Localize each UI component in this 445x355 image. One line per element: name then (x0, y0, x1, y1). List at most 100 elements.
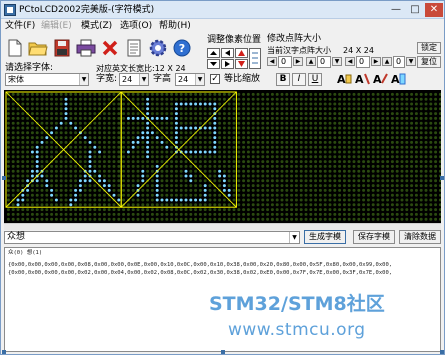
dot-off[interactable] (371, 136, 375, 140)
dot-off[interactable] (318, 184, 322, 188)
dot-off[interactable] (342, 121, 346, 125)
dot-off[interactable] (376, 155, 380, 159)
dot-off[interactable] (74, 131, 78, 135)
dot-on[interactable] (136, 116, 140, 120)
dot-off[interactable] (347, 169, 351, 173)
dot-off[interactable] (338, 203, 342, 207)
dot-off[interactable] (208, 160, 212, 164)
dot-on[interactable] (136, 140, 140, 144)
dot-off[interactable] (222, 164, 226, 168)
dot-off[interactable] (136, 164, 140, 168)
dot-off[interactable] (434, 136, 438, 140)
dot-off[interactable] (342, 208, 346, 212)
dot-off[interactable] (376, 203, 380, 207)
dot-off[interactable] (74, 169, 78, 173)
dot-off[interactable] (362, 188, 366, 192)
dot-off[interactable] (371, 193, 375, 197)
dot-off[interactable] (227, 212, 231, 216)
dot-off[interactable] (246, 140, 250, 144)
dot-off[interactable] (251, 126, 255, 130)
dot-off[interactable] (165, 150, 169, 154)
dot-off[interactable] (160, 112, 164, 116)
dot-off[interactable] (362, 184, 366, 188)
dot-off[interactable] (232, 208, 236, 212)
dot-on[interactable] (203, 102, 207, 106)
dot-off[interactable] (390, 198, 394, 202)
dot-off[interactable] (93, 140, 97, 144)
dot-off[interactable] (232, 174, 236, 178)
dot-off[interactable] (6, 179, 10, 183)
dot-off[interactable] (40, 102, 44, 106)
dot-off[interactable] (198, 188, 202, 192)
dot-off[interactable] (270, 174, 274, 178)
dot-on[interactable] (78, 188, 82, 192)
dot-on[interactable] (194, 126, 198, 130)
dot-off[interactable] (357, 174, 361, 178)
dot-off[interactable] (299, 169, 303, 173)
dot-off[interactable] (160, 184, 164, 188)
dot-off[interactable] (237, 198, 241, 202)
dot-off[interactable] (136, 102, 140, 106)
dot-off[interactable] (184, 217, 188, 221)
dot-off[interactable] (45, 208, 49, 212)
dot-off[interactable] (150, 184, 154, 188)
dot-off[interactable] (400, 184, 404, 188)
dot-off[interactable] (371, 184, 375, 188)
dot-off[interactable] (98, 208, 102, 212)
dot-off[interactable] (266, 150, 270, 154)
dot-off[interactable] (174, 212, 178, 216)
dot-off[interactable] (155, 145, 159, 149)
dot-off[interactable] (270, 164, 274, 168)
dot-off[interactable] (160, 174, 164, 178)
dot-off[interactable] (338, 116, 342, 120)
dot-off[interactable] (160, 217, 164, 221)
dot-off[interactable] (117, 121, 121, 125)
dot-off[interactable] (410, 179, 414, 183)
dot-off[interactable] (381, 184, 385, 188)
dot-off[interactable] (362, 131, 366, 135)
dot-off[interactable] (45, 107, 49, 111)
dot-off[interactable] (390, 131, 394, 135)
dot-off[interactable] (256, 184, 260, 188)
dot-off[interactable] (333, 150, 337, 154)
dot-off[interactable] (203, 136, 207, 140)
dot-off[interactable] (227, 164, 231, 168)
dot-off[interactable] (280, 112, 284, 116)
dot-off[interactable] (112, 169, 116, 173)
dot-off[interactable] (141, 208, 145, 212)
dot-off[interactable] (290, 164, 294, 168)
dot-off[interactable] (141, 160, 145, 164)
dot-off[interactable] (155, 160, 159, 164)
dot-off[interactable] (366, 126, 370, 130)
dot-off[interactable] (222, 212, 226, 216)
dot-off[interactable] (194, 97, 198, 101)
dot-off[interactable] (155, 107, 159, 111)
dot-off[interactable] (256, 160, 260, 164)
dot-on[interactable] (35, 155, 39, 159)
dot-off[interactable] (419, 155, 423, 159)
dot-off[interactable] (342, 150, 346, 154)
dot-off[interactable] (323, 184, 327, 188)
dot-off[interactable] (126, 164, 130, 168)
dot-off[interactable] (74, 203, 78, 207)
dot-off[interactable] (50, 203, 54, 207)
dot-off[interactable] (170, 150, 174, 154)
dot-off[interactable] (347, 136, 351, 140)
dot-off[interactable] (371, 112, 375, 116)
dot-off[interactable] (314, 150, 318, 154)
dot-off[interactable] (328, 150, 332, 154)
dot-off[interactable] (338, 107, 342, 111)
dot-off[interactable] (419, 112, 423, 116)
dot-off[interactable] (280, 212, 284, 216)
dot-off[interactable] (78, 174, 82, 178)
dot-off[interactable] (170, 208, 174, 212)
dot-off[interactable] (362, 102, 366, 106)
dot-off[interactable] (266, 102, 270, 106)
dot-off[interactable] (146, 193, 150, 197)
dot-off[interactable] (318, 193, 322, 197)
dot-on[interactable] (88, 140, 92, 144)
dot-off[interactable] (59, 193, 63, 197)
dot-off[interactable] (117, 150, 121, 154)
dot-off[interactable] (21, 121, 25, 125)
dot-off[interactable] (299, 203, 303, 207)
